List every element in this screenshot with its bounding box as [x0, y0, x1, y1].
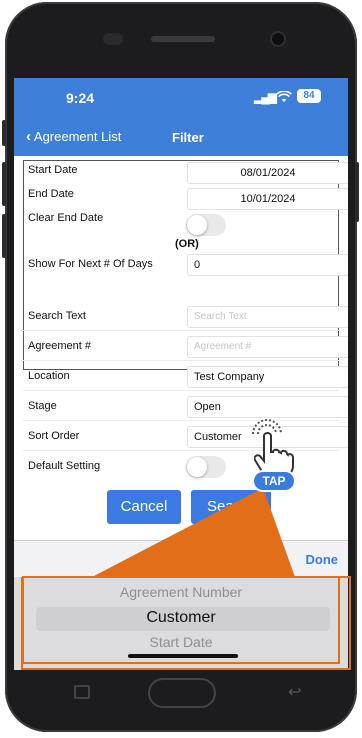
- picker-option-selected[interactable]: Customer: [24, 609, 338, 627]
- volume-up-button: [2, 162, 6, 206]
- picker-option[interactable]: Start Date: [24, 634, 338, 650]
- wifi-icon: [276, 91, 292, 102]
- start-date-field[interactable]: 08/01/2024: [187, 162, 348, 184]
- back-label: Agreement List: [33, 129, 122, 144]
- days-label: Show For Next # Of Days: [28, 258, 153, 270]
- row-divider: [23, 330, 339, 331]
- volume-down-button: [2, 214, 6, 258]
- stage-label: Stage: [28, 400, 57, 412]
- row-divider: [23, 390, 339, 391]
- tap-badge: TAP: [252, 470, 296, 492]
- search-text-label: Search Text: [28, 310, 86, 322]
- agreement-number-label: Agreement #: [28, 340, 91, 352]
- front-camera-icon: [272, 33, 284, 45]
- row-divider: [23, 360, 339, 361]
- location-field[interactable]: Test Company: [187, 366, 348, 388]
- agreement-number-input[interactable]: Agreement #: [187, 336, 348, 358]
- status-bar: 9:24 ▂▄▆ 84: [14, 78, 348, 120]
- signal-icon: ▂▄▆: [254, 90, 277, 104]
- tap-annotation: TAP: [244, 414, 302, 494]
- back-arrow-icon[interactable]: ↩: [288, 682, 301, 702]
- end-date-field[interactable]: 10/01/2024: [187, 188, 348, 210]
- or-label: (OR): [175, 238, 199, 250]
- picker-toolbar: Done: [14, 540, 348, 577]
- page-title: Filter: [172, 130, 204, 145]
- picker-option[interactable]: Agreement Number: [24, 584, 338, 600]
- sort-order-picker: Done Agreement Number Customer Start Dat…: [14, 540, 348, 670]
- navigation-bar: ‹ Agreement List Filter: [14, 120, 348, 156]
- default-setting-toggle[interactable]: [186, 456, 226, 478]
- end-date-label: End Date: [28, 188, 74, 200]
- back-button[interactable]: ‹ Agreement List: [26, 128, 121, 145]
- home-button[interactable]: [148, 678, 216, 708]
- status-time: 9:24: [66, 90, 95, 106]
- mute-switch: [2, 120, 6, 146]
- search-button[interactable]: Searc: [191, 490, 271, 524]
- days-field[interactable]: 0: [187, 254, 348, 276]
- done-button[interactable]: Done: [306, 552, 339, 567]
- cancel-button[interactable]: Cancel: [107, 490, 181, 524]
- clear-end-date-toggle[interactable]: [186, 214, 226, 236]
- battery-icon: 84: [297, 89, 321, 103]
- power-button: [355, 162, 359, 222]
- app-screen: 9:24 ▂▄▆ 84 ‹ Agreement List Filter Star…: [14, 78, 348, 670]
- search-text-input[interactable]: Search Text: [187, 306, 348, 328]
- device-bottom-bar: ↩: [14, 670, 348, 718]
- start-date-label: Start Date: [28, 164, 78, 176]
- default-setting-label: Default Setting: [28, 460, 101, 472]
- sort-order-label: Sort Order: [28, 430, 80, 442]
- picker-wheel[interactable]: Agreement Number Customer Start Date: [22, 576, 340, 664]
- clear-end-date-label: Clear End Date: [28, 212, 104, 224]
- location-label: Location: [28, 370, 70, 382]
- chevron-left-icon: ‹: [26, 128, 31, 145]
- sensor: [103, 33, 123, 45]
- home-indicator: [128, 654, 238, 658]
- recent-apps-icon[interactable]: [74, 685, 90, 699]
- earpiece: [151, 36, 215, 42]
